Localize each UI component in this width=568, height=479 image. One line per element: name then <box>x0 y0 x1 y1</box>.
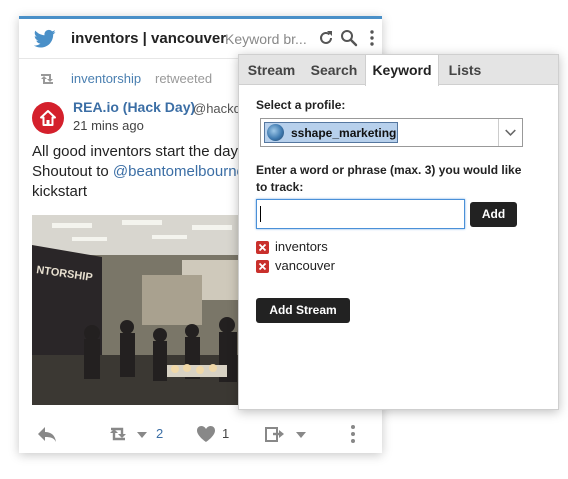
tab-keyword[interactable]: Keyword <box>365 55 439 86</box>
tab-stream[interactable]: Stream <box>239 55 304 85</box>
avatar[interactable] <box>32 102 64 134</box>
phrase-label: Enter a word or phrase (max. 3) you woul… <box>256 162 521 196</box>
stream-title: inventors | vancouver <box>71 30 227 47</box>
text-caret <box>260 206 261 222</box>
chevron-down-icon[interactable] <box>294 424 308 444</box>
share-icon[interactable] <box>264 424 286 444</box>
tab-search[interactable]: Search <box>304 55 364 85</box>
phrase-label-line: Enter a word or phrase (max. 3) you woul… <box>256 163 522 177</box>
keyword-label: inventors <box>275 239 328 254</box>
refresh-icon[interactable] <box>317 29 335 47</box>
search-icon[interactable] <box>340 29 358 47</box>
profile-select[interactable]: sshape_marketing <box>260 118 523 147</box>
retweet-icon <box>41 74 53 84</box>
like-count[interactable]: 1 <box>222 426 229 441</box>
retweet-icon[interactable] <box>107 424 129 444</box>
chevron-down-icon[interactable] <box>135 424 149 444</box>
stream-subtitle: Keyword br... <box>225 31 307 47</box>
retweeted-label: retweeted <box>155 71 213 86</box>
keyword-input[interactable] <box>256 199 465 229</box>
add-keyword-button[interactable]: Add <box>470 202 517 227</box>
twitter-bird-icon <box>34 29 56 48</box>
heart-icon[interactable] <box>195 424 217 444</box>
add-stream-button[interactable]: Add Stream <box>256 298 350 323</box>
tab-lists[interactable]: Lists <box>441 55 489 85</box>
stream-type-tabs: Stream Search Keyword Lists <box>239 55 558 86</box>
tweet-text-fragment: Shoutout to <box>32 163 113 180</box>
selected-profile-label: sshape_marketing <box>291 126 397 140</box>
tweet-timestamp[interactable]: 21 mins ago <box>73 118 144 133</box>
more-vertical-icon[interactable] <box>347 424 359 444</box>
stream-header: inventors | vancouver Keyword br... <box>19 19 382 59</box>
keyword-label: vancouver <box>275 258 335 273</box>
reply-icon[interactable] <box>36 424 58 444</box>
chevron-down-icon[interactable] <box>498 119 522 146</box>
retweeter-link[interactable]: inventorship <box>71 71 141 86</box>
author-handle[interactable]: @hackd <box>193 101 241 116</box>
profile-label: Select a profile: <box>256 98 346 112</box>
remove-icon[interactable] <box>256 260 269 273</box>
more-vertical-icon[interactable] <box>363 29 381 47</box>
profile-avatar <box>267 124 284 141</box>
mention-link[interactable]: @beantomelbourne <box>113 163 245 180</box>
home-icon <box>40 110 56 126</box>
photo-scene: NTORSHIP <box>32 215 262 405</box>
phrase-label-line: to track: <box>256 180 304 194</box>
retweet-count[interactable]: 2 <box>156 426 163 441</box>
selected-profile-chip[interactable]: sshape_marketing <box>264 122 398 143</box>
tweet-actions: 2 1 <box>19 420 382 450</box>
remove-icon[interactable] <box>256 241 269 254</box>
author-name[interactable]: REA.io (Hack Day) <box>73 99 195 115</box>
add-stream-popup: Stream Search Keyword Lists Select a pro… <box>238 54 559 410</box>
tweet-photo[interactable]: NTORSHIP <box>32 215 262 405</box>
